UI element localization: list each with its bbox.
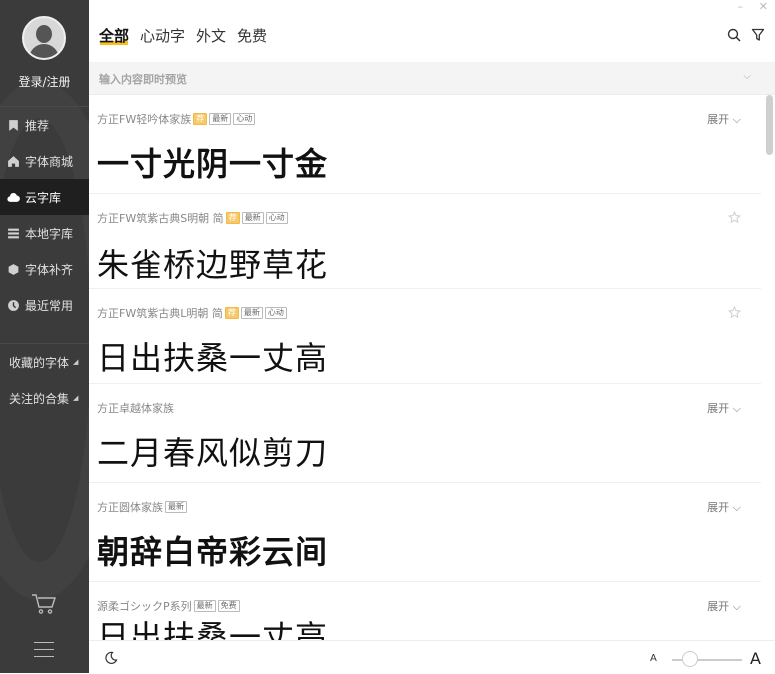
expand-triangle-icon: ◢ (73, 394, 79, 402)
filter-icon[interactable] (751, 28, 765, 42)
tab-foreign[interactable]: 外文 (196, 25, 226, 46)
new-badge: 最新 (165, 501, 187, 513)
sidebar-item-recent[interactable]: 最近常用 (0, 287, 89, 323)
login-register-link[interactable]: 登录/注册 (0, 73, 89, 90)
font-list-item[interactable]: 源柔ゴシックP系列 最新 免费 展开 ⌵ 日出扶桑一丈高 (89, 582, 761, 640)
star-icon[interactable] (728, 211, 741, 224)
font-list-item[interactable]: 方正FW轻吟体家族 荐 最新 心动 展开 ⌵ 一寸光阴一寸金 (89, 95, 761, 194)
size-large-label: A (750, 649, 761, 668)
moon-icon[interactable] (104, 651, 118, 665)
search-icon[interactable] (727, 28, 741, 42)
sidebar-item-local-library[interactable]: 本地字库 (0, 215, 89, 251)
new-badge: 最新 (209, 113, 232, 125)
avatar[interactable] (22, 16, 66, 60)
sidebar-item-label: 本地字库 (25, 226, 74, 241)
sidebar-item-label: 推荐 (25, 118, 50, 133)
category-tabs: 全部 心动字 外文 免费 (99, 25, 267, 46)
toolbar (727, 28, 765, 42)
font-name: 方正圆体家族 (97, 501, 163, 514)
slider-handle[interactable] (682, 651, 698, 667)
home-icon (7, 155, 20, 168)
sidebar-item-favorite-fonts[interactable]: 收藏的字体 ◢ (0, 344, 89, 380)
sidebar-item-label: 收藏的字体 (9, 355, 70, 370)
bottom-bar: A A (89, 640, 775, 674)
sidebar-item-label: 字体商城 (25, 154, 74, 169)
main-panel: – ✕ 全部 心动字 外文 免费 ⌵ 方正FW轻吟体家族 荐 最新 心动 展开 … (89, 0, 775, 674)
font-preview-text: 日出扶桑一丈高 (97, 339, 329, 377)
expand-button[interactable]: 展开 ⌵ (707, 499, 741, 515)
font-list-item[interactable]: 方正卓越体家族 展开 ⌵ 二月春风似剪刀 (89, 384, 761, 483)
font-name: 方正FW筑紫古典S明朝 简 (97, 212, 224, 225)
list-icon (7, 227, 20, 240)
heartbeat-badge: 心动 (265, 212, 288, 224)
font-list-item[interactable]: 方正圆体家族 最新 展开 ⌵ 朝辞白帝彩云间 (89, 483, 761, 582)
font-list: 方正FW轻吟体家族 荐 最新 心动 展开 ⌵ 一寸光阴一寸金 方正FW筑紫古典S… (89, 95, 761, 640)
top-bar: – ✕ 全部 心动字 外文 免费 (89, 0, 775, 62)
menu-icon[interactable] (34, 642, 54, 658)
expand-triangle-icon: ◢ (73, 358, 79, 366)
recommend-badge: 荐 (225, 212, 240, 224)
sidebar-item-followed-collections[interactable]: 关注的合集 ◢ (0, 380, 89, 416)
bookmark-icon (7, 119, 20, 132)
clock-icon (7, 299, 20, 312)
expand-button[interactable]: 展开 ⌵ (707, 598, 741, 614)
sidebar-nav: 推荐 字体商城 云字库 本地字库 字体补齐 最近常用 (0, 106, 89, 323)
sidebar-item-cloud-library[interactable]: 云字库 (0, 179, 89, 215)
cart-icon[interactable] (31, 592, 57, 616)
font-name: 方正卓越体家族 (97, 402, 174, 415)
sidebar-item-label: 云字库 (25, 190, 62, 205)
font-preview-text: 日出扶桑一丈高 (97, 618, 329, 640)
sidebar-item-font-fill[interactable]: 字体补齐 (0, 251, 89, 287)
sidebar: 登录/注册 推荐 字体商城 云字库 本地字库 字体补齐 最近常用 收藏的字体 ◢… (0, 0, 89, 673)
size-small-label: A (650, 653, 657, 664)
heartbeat-badge: 心动 (233, 113, 256, 125)
font-name: 方正FW轻吟体家族 (97, 113, 192, 126)
chevron-down-icon[interactable]: ⌵ (743, 71, 751, 82)
sidebar-collections: 收藏的字体 ◢ 关注的合集 ◢ (0, 343, 89, 416)
font-preview-text: 朱雀桥边野草花 (97, 246, 329, 284)
star-icon[interactable] (728, 306, 741, 319)
recommend-badge: 荐 (193, 113, 208, 125)
scrollbar-thumb[interactable] (766, 95, 773, 155)
expand-button[interactable]: 展开 ⌵ (707, 111, 741, 127)
sidebar-item-label: 字体补齐 (25, 262, 74, 277)
expand-button[interactable]: 展开 ⌵ (707, 400, 741, 416)
minimize-button[interactable]: – (738, 0, 744, 13)
heartbeat-badge: 心动 (264, 307, 287, 319)
font-list-item[interactable]: 方正FW筑紫古典L明朝 简 荐 最新 心动 日出扶桑一丈高 (89, 289, 761, 384)
tab-all[interactable]: 全部 (99, 25, 129, 46)
new-badge: 最新 (193, 600, 216, 612)
sidebar-item-label: 关注的合集 (9, 391, 70, 406)
close-button[interactable]: ✕ (759, 0, 768, 13)
recommend-badge: 荐 (224, 307, 239, 319)
font-name: 方正FW筑紫古典L明朝 简 (97, 307, 223, 320)
sidebar-item-label: 最近常用 (25, 298, 74, 313)
font-preview-text: 朝辞白帝彩云间 (97, 533, 329, 571)
font-preview-text: 一寸光阴一寸金 (97, 145, 329, 183)
preview-text-input[interactable] (89, 62, 741, 96)
free-badge: 免费 (217, 600, 240, 612)
new-badge: 最新 (241, 212, 264, 224)
font-preview-text: 二月春风似剪刀 (97, 434, 329, 472)
preview-input-bar: ⌵ (89, 62, 775, 96)
tab-heartbeat[interactable]: 心动字 (140, 25, 185, 46)
cloud-icon (7, 191, 20, 204)
cube-icon (7, 263, 20, 276)
tab-free[interactable]: 免费 (237, 25, 267, 46)
new-badge: 最新 (240, 307, 263, 319)
sidebar-item-recommend[interactable]: 推荐 (0, 107, 89, 143)
sidebar-item-font-store[interactable]: 字体商城 (0, 143, 89, 179)
font-list-item[interactable]: 方正FW筑紫古典S明朝 简 荐 最新 心动 朱雀桥边野草花 (89, 194, 761, 289)
